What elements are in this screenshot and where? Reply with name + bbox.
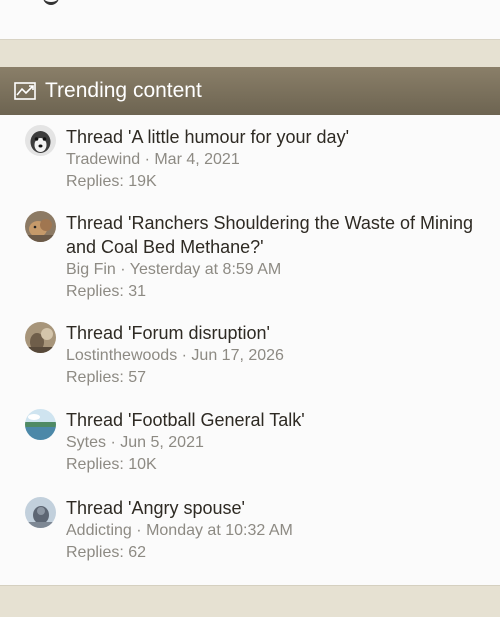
reply-count: Replies: 62 <box>66 544 147 561</box>
reply-count: Replies: 10K <box>66 456 157 473</box>
reply-count: Replies: 57 <box>66 369 147 386</box>
clipped-text-fragment <box>43 0 59 5</box>
avatar[interactable] <box>25 497 56 528</box>
widget-header[interactable]: Trending content <box>0 67 500 115</box>
widget-title: Trending content <box>45 79 202 102</box>
thread-title-link[interactable]: Thread 'Angry spouse' <box>66 496 486 520</box>
thread-date[interactable]: Jun 17, 2026 <box>191 347 284 364</box>
avatar[interactable] <box>25 211 56 242</box>
trending-content-widget: Trending content Thread 'A little humour… <box>0 67 500 586</box>
thread-title-link[interactable]: Thread 'Forum disruption' <box>66 321 486 345</box>
thread-title-link[interactable]: Thread 'A little humour for your day' <box>66 125 486 149</box>
thread-meta: Sytes · Jun 5, 2021 <box>66 432 204 454</box>
reply-count: Replies: 31 <box>66 283 147 300</box>
thread-title-link[interactable]: Thread 'Ranchers Shouldering the Waste o… <box>66 211 486 259</box>
previous-widget-card <box>0 0 500 40</box>
thread-meta: Addicting · Monday at 10:32 AM <box>66 520 293 542</box>
thread-date[interactable]: Jun 5, 2021 <box>120 434 204 451</box>
avatar[interactable] <box>25 409 56 440</box>
thread-date[interactable]: Yesterday at 8:59 AM <box>130 261 282 278</box>
thread-date[interactable]: Monday at 10:32 AM <box>146 522 293 539</box>
separator: · <box>144 151 150 168</box>
author-link[interactable]: Lostinthewoods <box>66 347 177 364</box>
avatar[interactable] <box>25 322 56 353</box>
thread-title-link[interactable]: Thread 'Football General Talk' <box>66 408 486 432</box>
thread-meta: Big Fin · Yesterday at 8:59 AM <box>66 259 281 281</box>
author-link[interactable]: Big Fin <box>66 261 116 278</box>
author-link[interactable]: Tradewind <box>66 151 140 168</box>
trending-chart-icon <box>14 82 36 100</box>
separator: · <box>181 347 187 364</box>
separator: · <box>120 261 126 278</box>
reply-count: Replies: 19K <box>66 173 157 190</box>
thread-meta: Tradewind · Mar 4, 2021 <box>66 149 240 171</box>
thread-meta: Lostinthewoods · Jun 17, 2026 <box>66 345 284 367</box>
author-link[interactable]: Addicting <box>66 522 132 539</box>
separator: · <box>110 434 116 451</box>
thread-date[interactable]: Mar 4, 2021 <box>154 151 239 168</box>
separator: · <box>136 522 142 539</box>
avatar[interactable] <box>25 125 56 156</box>
author-link[interactable]: Sytes <box>66 434 106 451</box>
